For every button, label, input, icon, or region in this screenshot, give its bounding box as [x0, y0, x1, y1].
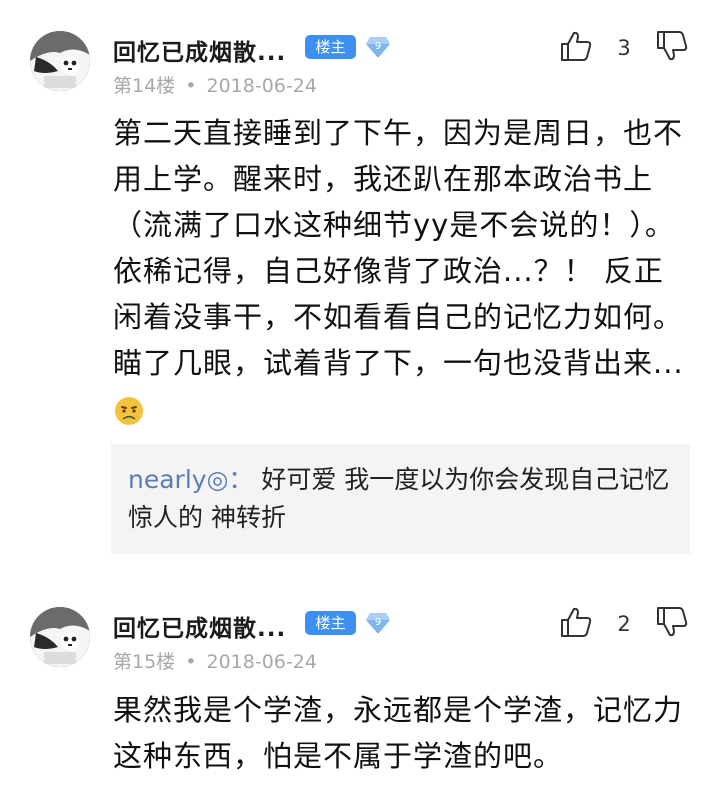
username[interactable]: 回忆已成烟散...	[113, 609, 286, 643]
post-body: 果然我是个学渣，永远都是个学渣，记忆力这种东西，怕是不属于学渣的吧。	[113, 687, 693, 779]
level-badge: 9	[365, 611, 391, 635]
comment-post: 回忆已成烟散... 楼主 9 第15楼 • 2018-06-24 2 果然我是个…	[0, 0, 719, 799]
floor-number: 第15楼	[113, 651, 176, 673]
avatar-image	[30, 607, 90, 667]
dislike-button[interactable]	[655, 605, 689, 639]
like-button[interactable]	[559, 605, 593, 639]
diamond-level-icon: 9	[366, 613, 390, 634]
post-body-text: 果然我是个学渣，永远都是个学渣，记忆力这种东西，怕是不属于学渣的吧。	[113, 693, 684, 773]
avatar[interactable]	[30, 607, 90, 667]
like-count: 2	[617, 612, 631, 636]
post-date: 2018-06-24	[206, 651, 317, 673]
thumbs-down-icon	[657, 607, 688, 637]
op-badge: 楼主	[305, 611, 356, 635]
meta-separator: •	[185, 651, 197, 673]
thumbs-up-icon	[561, 607, 592, 637]
level-number: 9	[375, 617, 381, 628]
post-meta: 第15楼 • 2018-06-24	[113, 647, 317, 674]
